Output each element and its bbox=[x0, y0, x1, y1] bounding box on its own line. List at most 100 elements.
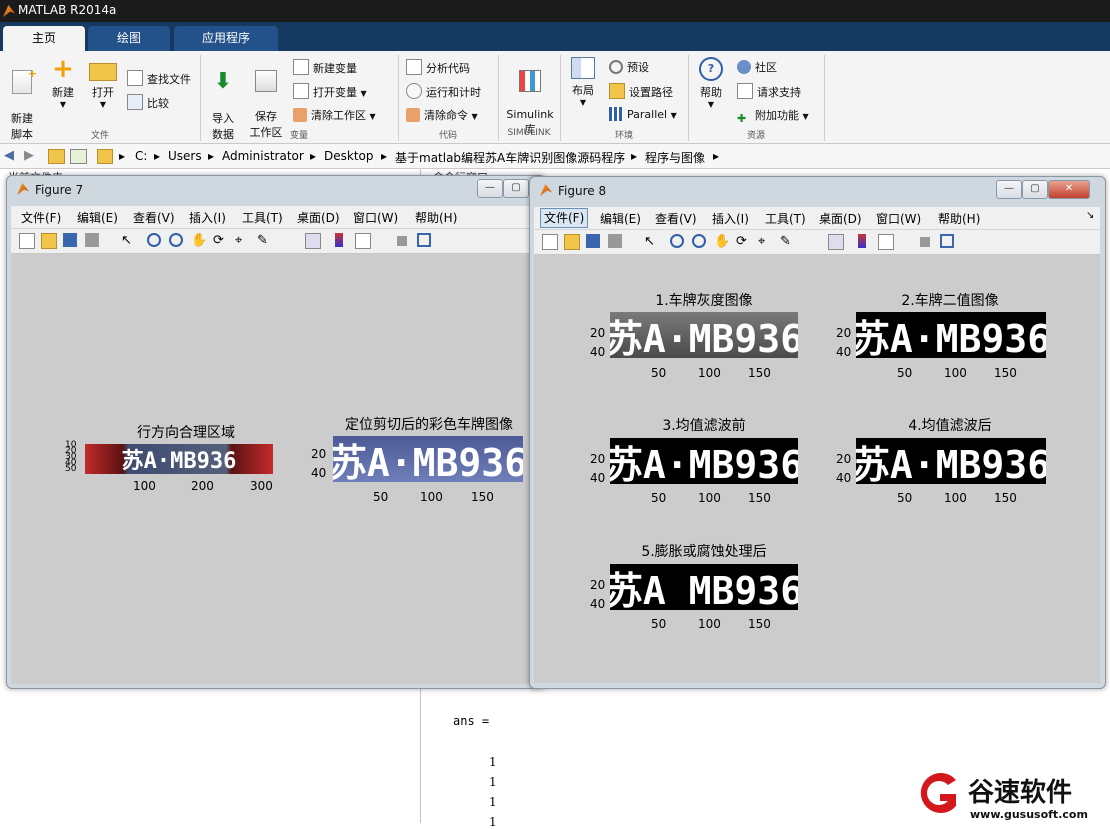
zoom-out-icon[interactable] bbox=[169, 233, 183, 247]
menu-help[interactable]: 帮助(H) bbox=[938, 210, 980, 227]
compare-button[interactable]: 比较 bbox=[127, 94, 169, 111]
find-files-button[interactable]: 查找文件 bbox=[127, 70, 191, 87]
zoom-in-icon[interactable] bbox=[670, 234, 684, 248]
path-segment[interactable]: 基于matlab编程苏A车牌识别图像源码程序 bbox=[395, 149, 625, 166]
menu-tools[interactable]: 工具(T) bbox=[242, 209, 283, 226]
open-button[interactable]: 打开 ▼ bbox=[86, 57, 120, 109]
brush-icon[interactable]: ✎ bbox=[780, 234, 794, 249]
print-icon[interactable] bbox=[85, 233, 99, 247]
save-icon[interactable] bbox=[63, 233, 77, 247]
data-cursor-icon[interactable]: ⌖ bbox=[235, 233, 249, 248]
preferences-button[interactable]: 预设 bbox=[609, 59, 649, 75]
x-tick-label: 100 bbox=[944, 366, 967, 380]
zoom-in-icon[interactable] bbox=[147, 233, 161, 247]
clear-workspace-button[interactable]: 清除工作区 ▼ bbox=[293, 107, 376, 123]
community-button[interactable]: 社区 bbox=[737, 59, 777, 75]
pan-icon[interactable]: ✋ bbox=[191, 233, 207, 248]
x-tick-label: 150 bbox=[748, 617, 771, 631]
link-plot-icon[interactable] bbox=[828, 234, 844, 250]
rotate-icon[interactable]: ⟳ bbox=[213, 233, 227, 248]
zoom-out-icon[interactable] bbox=[692, 234, 706, 248]
menu-view[interactable]: 查看(V) bbox=[133, 209, 175, 226]
axes-title: 5.膨胀或腐蚀处理后 bbox=[641, 544, 767, 560]
open-variable-button[interactable]: 打开变量 ▼ bbox=[293, 83, 367, 100]
run-and-time-button[interactable]: 运行和计时 bbox=[406, 83, 481, 100]
forward-arrow-icon[interactable]: ▶ bbox=[24, 148, 34, 163]
menu-desktop[interactable]: 桌面(D) bbox=[297, 209, 340, 226]
path-segment[interactable]: Desktop bbox=[324, 149, 374, 163]
menu-file[interactable]: 文件(F) bbox=[21, 209, 61, 226]
open-file-icon[interactable] bbox=[41, 233, 57, 249]
ans-output: ans = bbox=[453, 714, 490, 728]
colorbar-icon[interactable] bbox=[335, 233, 343, 247]
parallel-button[interactable]: Parallel ▼ bbox=[609, 107, 677, 121]
path-separator: ▸ bbox=[631, 149, 638, 163]
dock-arrow-icon[interactable]: ↘ bbox=[1086, 210, 1094, 221]
path-segment[interactable]: 程序与图像 bbox=[645, 149, 705, 166]
menu-edit[interactable]: 编辑(E) bbox=[600, 210, 641, 227]
pan-icon[interactable]: ✋ bbox=[714, 234, 730, 249]
path-segment[interactable]: C: bbox=[135, 149, 147, 163]
menu-edit[interactable]: 编辑(E) bbox=[77, 209, 118, 226]
show-plot-tools-icon[interactable] bbox=[417, 233, 431, 247]
menu-file[interactable]: 文件(F) bbox=[540, 208, 589, 228]
figure-8-window[interactable]: Figure 8 — ▢ ✕ 文件(F) 编辑(E) 查看(V) 插入(I) 工… bbox=[529, 176, 1106, 689]
clear-commands-button[interactable]: 清除命令 ▼ bbox=[406, 107, 478, 123]
menu-tools[interactable]: 工具(T) bbox=[765, 210, 806, 227]
add-ons-button[interactable]: ✚ 附加功能 ▼ bbox=[737, 107, 809, 126]
tab-apps[interactable]: 应用程序 bbox=[174, 26, 278, 51]
new-button[interactable]: + 新建 ▼ bbox=[46, 56, 80, 109]
legend-icon[interactable] bbox=[355, 233, 371, 249]
x-tick-label: 100 bbox=[133, 479, 156, 493]
close-button[interactable]: ✕ bbox=[1048, 180, 1090, 199]
save-icon[interactable] bbox=[586, 234, 600, 248]
print-icon[interactable] bbox=[608, 234, 622, 248]
path-segment[interactable]: Administrator bbox=[222, 149, 304, 163]
new-figure-icon[interactable] bbox=[542, 234, 558, 250]
request-support-button[interactable]: 请求支持 bbox=[737, 83, 801, 100]
pointer-icon[interactable]: ↖ bbox=[644, 234, 658, 249]
link-plot-icon[interactable] bbox=[305, 233, 321, 249]
new-figure-icon[interactable] bbox=[19, 233, 35, 249]
browse-folder-icon[interactable] bbox=[70, 149, 87, 164]
back-arrow-icon[interactable]: ◀ bbox=[4, 148, 14, 163]
run-and-time-icon bbox=[406, 83, 422, 99]
menu-window[interactable]: 窗口(W) bbox=[353, 209, 398, 226]
data-cursor-icon[interactable]: ⌖ bbox=[758, 234, 772, 249]
x-tick-label: 50 bbox=[373, 490, 389, 504]
simulink-library-button[interactable]: Simulink 库 bbox=[503, 57, 557, 137]
open-file-icon[interactable] bbox=[564, 234, 580, 250]
pointer-icon[interactable]: ↖ bbox=[121, 233, 135, 248]
set-path-button[interactable]: 设置路径 bbox=[609, 83, 673, 100]
open-variable-icon bbox=[293, 83, 309, 99]
rotate-icon[interactable]: ⟳ bbox=[736, 234, 750, 249]
legend-icon[interactable] bbox=[878, 234, 894, 250]
menu-window[interactable]: 窗口(W) bbox=[876, 210, 921, 227]
new-variable-button[interactable]: 新建变量 bbox=[293, 59, 357, 76]
menu-help[interactable]: 帮助(H) bbox=[415, 209, 457, 226]
figure-7-window[interactable]: Figure 7 — ▢ 文件(F) 编辑(E) 查看(V) 插入(I) 工具(… bbox=[6, 175, 546, 689]
path-segment[interactable]: Users bbox=[168, 149, 202, 163]
hide-plot-tools-icon[interactable] bbox=[920, 237, 930, 247]
brush-icon[interactable]: ✎ bbox=[257, 233, 271, 248]
minimize-button[interactable]: — bbox=[477, 179, 503, 198]
figure-8-canvas: 1.车牌灰度图像 苏A·MB936 20 40 50 100 150 2.车牌二… bbox=[534, 255, 1100, 683]
tab-home[interactable]: 主页 bbox=[3, 26, 85, 51]
minimize-button[interactable]: — bbox=[996, 180, 1022, 199]
help-button[interactable]: ? 帮助 ▼ bbox=[694, 57, 728, 109]
menu-insert[interactable]: 插入(I) bbox=[712, 210, 749, 227]
menu-insert[interactable]: 插入(I) bbox=[189, 209, 226, 226]
layout-button[interactable]: 布局 ▼ bbox=[566, 57, 600, 107]
maximize-button[interactable]: ▢ bbox=[1022, 180, 1048, 199]
menu-desktop[interactable]: 桌面(D) bbox=[819, 210, 862, 227]
colorbar-icon[interactable] bbox=[858, 234, 866, 248]
show-plot-tools-icon[interactable] bbox=[940, 234, 954, 248]
menu-view[interactable]: 查看(V) bbox=[655, 210, 697, 227]
analyze-code-button[interactable]: 分析代码 bbox=[406, 59, 470, 76]
x-tick-label: 100 bbox=[420, 490, 443, 504]
brand-name: 谷速软件 bbox=[968, 778, 1073, 808]
maximize-button[interactable]: ▢ bbox=[503, 179, 529, 198]
hide-plot-tools-icon[interactable] bbox=[397, 236, 407, 246]
up-folder-icon[interactable] bbox=[48, 149, 65, 164]
tab-plots[interactable]: 绘图 bbox=[88, 26, 170, 51]
